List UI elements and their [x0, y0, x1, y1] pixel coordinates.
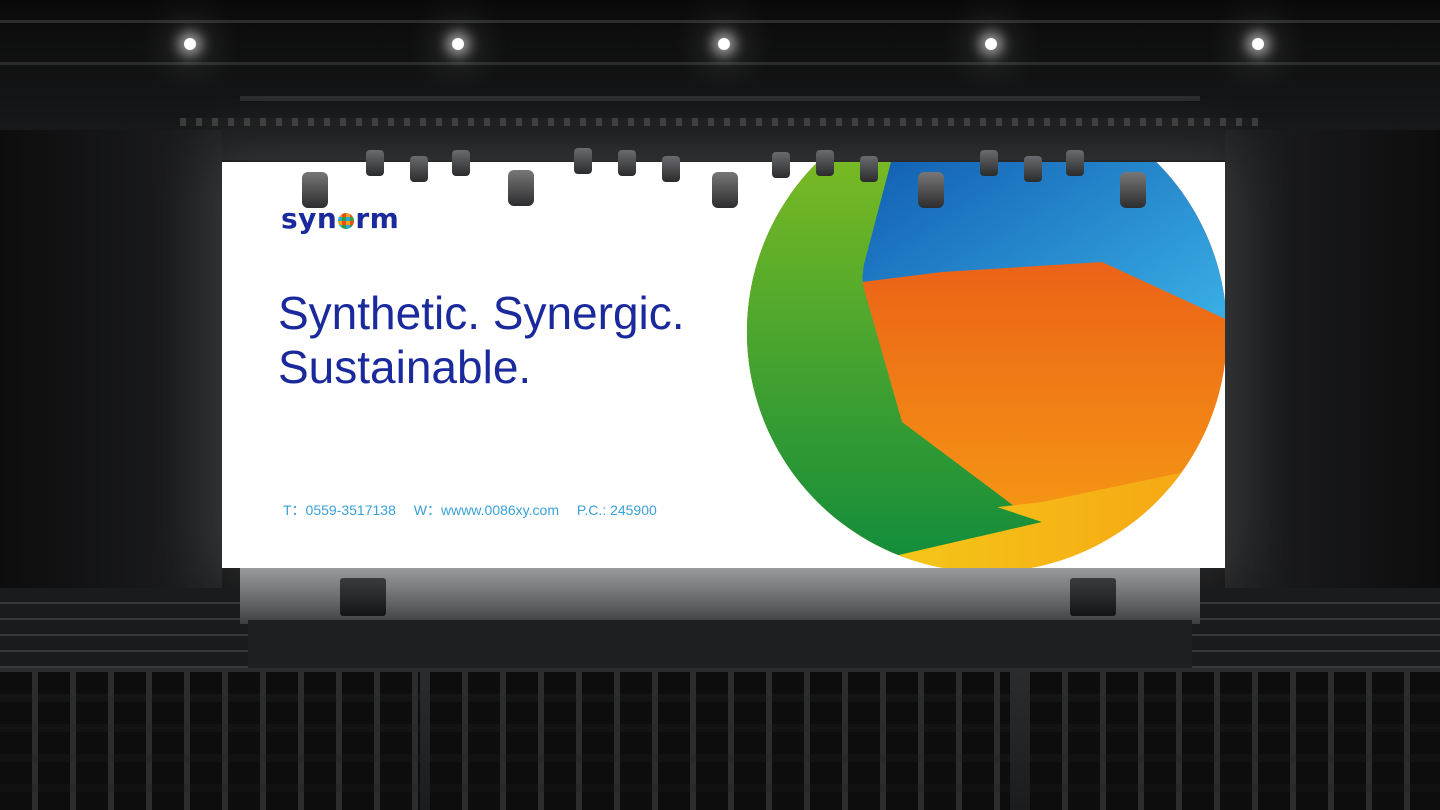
speaker-icon	[1070, 578, 1116, 616]
spotlight-icon	[980, 150, 998, 176]
spotlight-icon	[508, 170, 534, 206]
speaker-icon	[340, 578, 386, 616]
spotlight-icon	[816, 150, 834, 176]
ceiling-beam	[0, 62, 1440, 65]
auditorium-scene: syn rm Synthetic. Synergic. Sustainable. …	[0, 0, 1440, 810]
led-screen-banner: syn rm Synthetic. Synergic. Sustainable. …	[222, 162, 1225, 568]
tagline-line-1: Synthetic. Synergic.	[278, 287, 685, 339]
ceiling-light-icon	[1252, 38, 1264, 50]
spotlight-icon	[860, 156, 878, 182]
stage-steps-right	[1192, 588, 1440, 668]
spotlight-icon	[1066, 150, 1084, 176]
left-wall	[0, 130, 222, 600]
spotlight-icon	[410, 156, 428, 182]
spotlight-icon	[712, 172, 738, 208]
contact-info: T：0559-3517138 W：wwww.0086xy.com P.C.: 2…	[283, 500, 671, 520]
contact-phone: T：0559-3517138	[283, 502, 396, 518]
spotlight-icon	[772, 152, 790, 178]
seating-block-left	[0, 672, 420, 810]
seating-block-right	[1030, 672, 1440, 810]
lighting-truss	[240, 96, 1200, 101]
stage-steps-left	[0, 588, 250, 668]
right-wall	[1225, 130, 1440, 600]
spotlight-icon	[1024, 156, 1042, 182]
logo-ring-icon	[338, 213, 355, 229]
spotlight-icon	[618, 150, 636, 176]
logo-text-end: rm	[355, 202, 400, 235]
ceiling-light-icon	[452, 38, 464, 50]
spotlight-icon	[662, 156, 680, 182]
ceiling-light-icon	[718, 38, 730, 50]
spotlight-icon	[366, 150, 384, 176]
contact-website: W：wwww.0086xy.com	[413, 502, 559, 518]
ceiling-light-icon	[985, 38, 997, 50]
lighting-truss	[180, 118, 1260, 126]
contact-postcode: P.C.: 245900	[576, 502, 657, 518]
spotlight-icon	[918, 172, 944, 208]
spotlight-icon	[1120, 172, 1146, 208]
seating-block-center	[430, 672, 1010, 810]
spotlight-icon	[302, 172, 328, 208]
spotlight-icon	[452, 150, 470, 176]
tagline-line-2: Sustainable.	[278, 341, 532, 393]
ceiling-light-icon	[184, 38, 196, 50]
ceiling-beam	[0, 20, 1440, 23]
banner-tagline: Synthetic. Synergic. Sustainable.	[278, 286, 798, 394]
spotlight-icon	[574, 148, 592, 174]
stage-front-face	[248, 620, 1192, 668]
synorm-logo: syn rm	[281, 202, 399, 235]
